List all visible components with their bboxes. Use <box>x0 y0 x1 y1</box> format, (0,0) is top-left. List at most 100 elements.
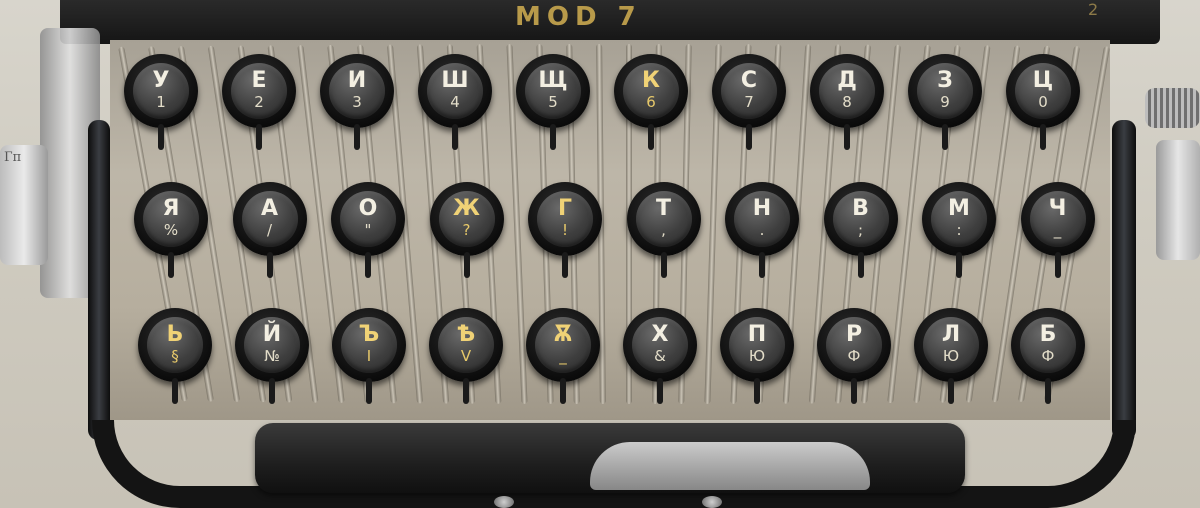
key-face: ЪI <box>341 317 397 373</box>
key-face: Ѫ _ <box>535 317 591 373</box>
key-lower-char: ; <box>857 221 864 239</box>
key-stem <box>354 124 360 150</box>
key-3-10: БФ <box>1011 308 1085 404</box>
key-lower-char: Ф <box>1041 347 1055 365</box>
key-1-8: Д8 <box>810 54 884 150</box>
key-upper-char: З <box>937 68 953 93</box>
key-lower-char: 8 <box>842 93 852 111</box>
key-lower-char: Ю <box>942 347 960 365</box>
key-lower-char: " <box>364 221 372 239</box>
key-upper-char: П <box>747 322 767 347</box>
key-1-4: Ш4 <box>418 54 492 150</box>
key-3-6: Х & <box>623 308 697 404</box>
key-stem <box>956 252 962 278</box>
key-face: Ж? <box>438 191 495 247</box>
key-1-7: С7 <box>712 54 786 150</box>
key-upper-char: Ѫ <box>553 322 573 347</box>
key-lower-char: § <box>171 347 179 365</box>
key-face: Ц0 <box>1015 63 1071 119</box>
key-upper-char: Я <box>162 196 180 221</box>
key-upper-char: Ъ <box>358 322 380 347</box>
key-face: РФ <box>826 317 882 373</box>
key-upper-char: Х <box>651 322 669 347</box>
key-upper-char: Ж <box>453 196 480 221</box>
key-stem <box>1040 124 1046 150</box>
key-face: Т, <box>635 191 692 247</box>
key-lower-char: 0 <box>1038 93 1048 111</box>
key-stem <box>266 252 273 278</box>
key-upper-char: С <box>740 68 758 93</box>
key-upper-char: К <box>642 68 660 93</box>
key-face: Е2 <box>231 63 287 119</box>
key-face: А / <box>241 191 298 247</box>
key-lower-char: 1 <box>156 93 166 111</box>
key-face: БФ <box>1020 317 1076 373</box>
corner-number: 2 <box>1088 0 1099 19</box>
key-upper-char: У <box>152 68 170 93</box>
key-stem <box>857 252 864 278</box>
key-lower-char: 7 <box>744 93 754 111</box>
key-lower-char: № <box>264 347 280 365</box>
key-face: У1 <box>133 63 189 119</box>
model-label: MOD 7 <box>515 2 642 32</box>
key-2-7: Н. <box>725 182 799 278</box>
key-stem <box>560 378 566 404</box>
key-upper-char: В <box>852 196 869 221</box>
key-upper-char: М <box>948 196 970 221</box>
key-3-1: Ь § <box>138 308 212 404</box>
key-stem <box>754 378 760 404</box>
key-2-10: Ч _ <box>1020 182 1095 278</box>
key-upper-char: О <box>358 196 378 221</box>
key-stem <box>168 252 174 278</box>
key-upper-char: И <box>347 68 367 93</box>
key-lower-char: Ю <box>748 347 766 365</box>
key-lower-char: 6 <box>646 93 656 111</box>
key-face: ѢV <box>438 317 494 373</box>
screw-left <box>494 496 514 508</box>
key-upper-char: Н <box>752 196 772 221</box>
key-stem <box>844 124 850 150</box>
key-2-1: Я% <box>134 182 208 278</box>
screw-right <box>702 496 722 508</box>
key-lower-char: % <box>163 221 179 239</box>
key-2-4: Ж? <box>429 182 504 278</box>
key-stem <box>365 252 371 278</box>
key-lower-char: 3 <box>352 93 362 111</box>
key-upper-char: Ч <box>1048 196 1067 221</box>
key-stem <box>256 124 262 150</box>
key-2-3: О " <box>331 182 405 278</box>
key-stem <box>759 252 765 278</box>
key-lower-char: 4 <box>450 93 460 111</box>
key-lower-char: _ <box>559 347 567 365</box>
key-stem <box>746 124 752 150</box>
key-face: Д8 <box>819 63 875 119</box>
key-3-8: РФ <box>817 308 891 404</box>
key-stem <box>562 252 568 278</box>
key-upper-char: Ц <box>1032 68 1054 93</box>
key-stem <box>660 252 667 278</box>
key-stem <box>648 124 654 150</box>
key-2-9: М: <box>922 182 996 278</box>
key-lower-char: 5 <box>548 93 558 111</box>
typewriter-keyboard-photo: MOD 7 2 Гп У 1 Е 2 И 3 Ш 4 Щ 5 К 6 С 7 Д 8 З 9 Ц 0 Я% А / О " Ж? Г… <box>0 0 1200 508</box>
key-3-2: Й № <box>235 308 309 404</box>
key-stem <box>366 378 372 404</box>
key-stem <box>452 124 458 150</box>
key-face: Ч _ <box>1029 191 1086 247</box>
key-upper-char: Р <box>845 322 863 347</box>
key-stem <box>1045 378 1051 404</box>
key-face: О " <box>340 191 396 247</box>
key-lower-char: . <box>759 221 765 239</box>
key-lower-char: , <box>661 221 666 239</box>
key-upper-char: Й <box>262 322 282 347</box>
key-face: ЛЮ <box>923 317 979 373</box>
key-2-8: В; <box>823 182 898 278</box>
key-stem <box>942 124 948 150</box>
key-face: Ш4 <box>427 63 483 119</box>
frame-right <box>1112 120 1136 440</box>
key-stem <box>851 378 857 404</box>
key-lower-char: ! <box>561 221 568 239</box>
key-stem <box>158 124 164 150</box>
key-upper-char: Щ <box>538 68 568 93</box>
key-3-9: ЛЮ <box>914 308 988 404</box>
